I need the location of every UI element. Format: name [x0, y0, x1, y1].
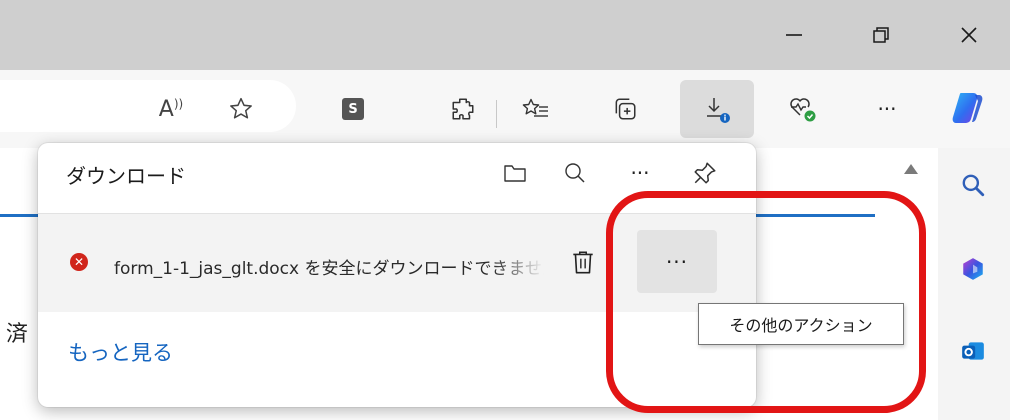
- close-icon: [961, 27, 977, 43]
- more-icon: ···: [877, 97, 897, 121]
- downloads-more-options-button[interactable]: ···: [617, 150, 663, 196]
- page-text: 済: [6, 322, 29, 347]
- folder-icon: [504, 165, 526, 182]
- open-downloads-folder-button[interactable]: [492, 150, 538, 196]
- settings-more-button[interactable]: ···: [864, 86, 910, 132]
- read-aloud-label: A: [158, 96, 174, 122]
- downloads-panel-title: ダウンロード: [66, 164, 186, 188]
- collections-button[interactable]: [602, 86, 648, 132]
- read-aloud-icon: A)): [158, 96, 184, 122]
- extension-s-button[interactable]: S: [330, 86, 376, 132]
- search-downloads-button[interactable]: [552, 150, 598, 196]
- collections-icon: [615, 98, 636, 120]
- downloads-button[interactable]: [694, 86, 740, 132]
- close-button[interactable]: [941, 12, 997, 58]
- trash-icon: [573, 251, 593, 274]
- favorites-list-icon: [522, 98, 548, 117]
- copilot-button[interactable]: [944, 84, 990, 130]
- heartbeat-icon: [790, 98, 816, 122]
- office-icon: [963, 258, 983, 280]
- scroll-up-arrow-icon[interactable]: [904, 164, 918, 174]
- search-icon: [962, 174, 985, 197]
- performance-button[interactable]: [780, 86, 826, 132]
- puzzle-icon: [452, 98, 474, 120]
- sidebar-outlook-button[interactable]: [950, 328, 996, 374]
- favorites-button[interactable]: [513, 86, 559, 132]
- toolbar-divider: [496, 100, 497, 128]
- pin-icon: [694, 162, 716, 184]
- error-icon: ✕: [70, 253, 88, 271]
- pin-downloads-button[interactable]: [682, 150, 728, 196]
- more-icon: ···: [630, 161, 650, 185]
- error-glyph: ✕: [73, 255, 85, 269]
- download-icon: [707, 98, 730, 123]
- highlight-annotation: [606, 191, 926, 413]
- download-item-filename: form_1-1_jas_glt.docx を安全にダウンロードできません: [114, 259, 544, 279]
- favorite-button[interactable]: [218, 86, 264, 132]
- restore-button[interactable]: [853, 12, 909, 58]
- outlook-icon: [962, 342, 984, 360]
- copilot-icon: [952, 93, 983, 123]
- see-more-link[interactable]: もっと見る: [68, 337, 173, 367]
- delete-download-button[interactable]: [560, 240, 606, 286]
- restore-icon: [873, 27, 889, 43]
- star-icon: [230, 97, 252, 119]
- sidebar-office-button[interactable]: [950, 246, 996, 292]
- extension-s-label: S: [348, 101, 358, 117]
- extensions-button[interactable]: [440, 86, 486, 132]
- search-icon: [565, 163, 585, 183]
- read-aloud-button[interactable]: A)): [148, 86, 194, 132]
- minimize-icon: [786, 34, 802, 36]
- minimize-button[interactable]: [766, 12, 822, 58]
- sidebar-search-button[interactable]: [950, 162, 996, 208]
- s-extension-icon: S: [342, 98, 364, 120]
